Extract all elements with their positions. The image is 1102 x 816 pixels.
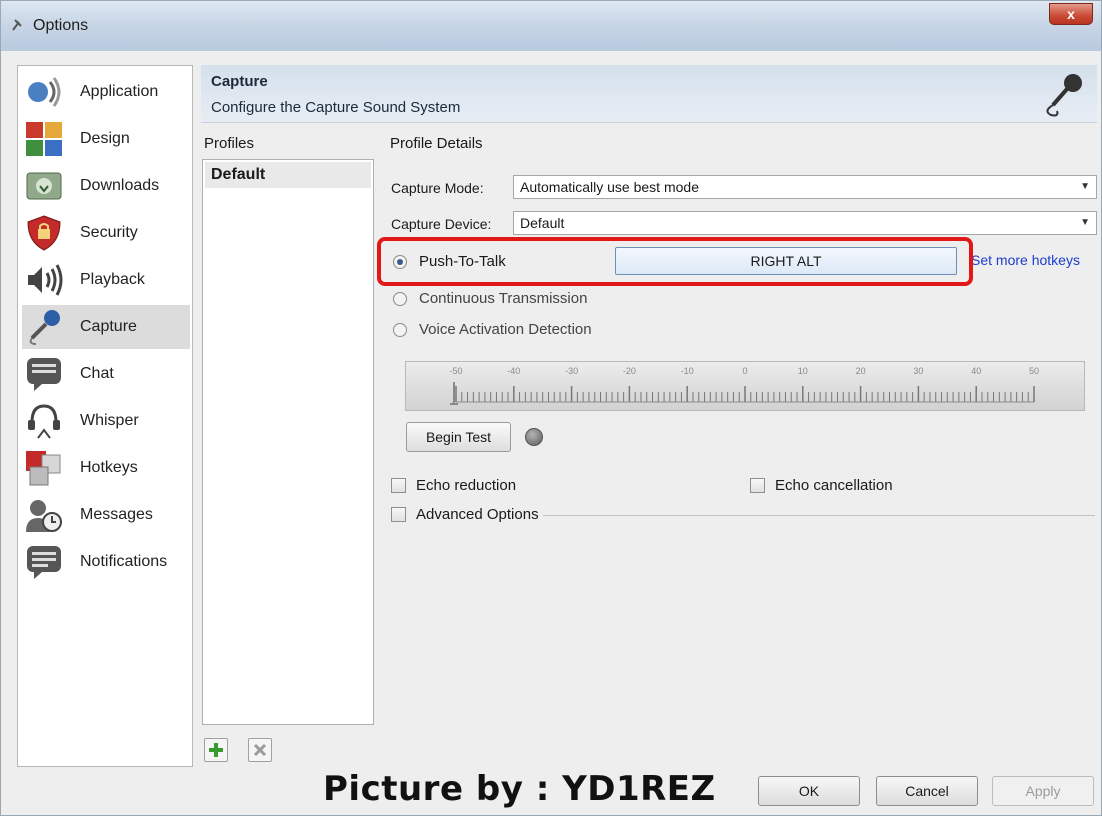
- profiles-label: Profiles: [204, 135, 255, 152]
- profiles-list[interactable]: Default: [202, 159, 374, 725]
- sidebar-item-capture[interactable]: Capture: [22, 305, 190, 349]
- advanced-options-label: Advanced Options: [416, 506, 539, 523]
- section-header: Capture Configure the Capture Sound Syst…: [201, 65, 1097, 123]
- sidebar-item-label: Design: [80, 130, 130, 147]
- sidebar-item-label: Notifications: [80, 553, 168, 570]
- tick-label: 10: [798, 366, 808, 376]
- watermark-text: Picture by : YD1REZ: [323, 769, 716, 809]
- sidebar-item-notifications[interactable]: Notifications: [22, 540, 190, 584]
- sidebar-item-application[interactable]: Application: [22, 70, 190, 114]
- continuous-transmission-label: Continuous Transmission: [419, 290, 588, 307]
- capture-device-select[interactable]: Default ▼: [513, 211, 1097, 235]
- chevron-down-icon: ▼: [1080, 217, 1090, 228]
- close-button[interactable]: x: [1049, 3, 1093, 25]
- cancel-button[interactable]: Cancel: [876, 776, 978, 806]
- tick-label: 40: [971, 366, 981, 376]
- headset-icon: [22, 401, 66, 441]
- security-icon: [22, 213, 66, 253]
- sidebar-item-chat[interactable]: Chat: [22, 352, 190, 396]
- checkbox[interactable]: [391, 478, 406, 493]
- capture-mode-label: Capture Mode:: [391, 180, 484, 196]
- downloads-icon: [22, 166, 66, 206]
- design-icon: [22, 119, 66, 159]
- sidebar-item-playback[interactable]: Playback: [22, 258, 190, 302]
- apply-button[interactable]: Apply: [992, 776, 1094, 806]
- checkbox[interactable]: [391, 507, 406, 522]
- sidebar-item-messages[interactable]: Messages: [22, 493, 190, 537]
- tick-label: 50: [1029, 366, 1039, 376]
- voice-activation-radio[interactable]: Voice Activation Detection: [393, 321, 592, 338]
- level-scale: -50 -40 -30 -20 -10 0 10 20 30 40 50: [449, 366, 1039, 405]
- begin-test-button[interactable]: Begin Test: [406, 422, 511, 452]
- highlight-annotation: [377, 237, 973, 286]
- tick-label: -40: [507, 366, 520, 376]
- title-bar[interactable]: Options: [1, 1, 1101, 51]
- capture-device-value: Default: [520, 215, 565, 231]
- sidebar-item-whisper[interactable]: Whisper: [22, 399, 190, 443]
- playback-icon: [22, 260, 66, 300]
- delete-icon: [253, 743, 267, 757]
- sidebar-item-label: Application: [80, 83, 159, 100]
- voice-level-slider[interactable]: -50 -40 -30 -20 -10 0 10 20 30 40 50: [405, 361, 1085, 411]
- microphone-icon: [1046, 74, 1082, 117]
- notifications-icon: [22, 542, 66, 582]
- speaker-icon: [22, 72, 66, 112]
- capture-mode-select[interactable]: Automatically use best mode ▼: [513, 175, 1097, 199]
- radio-unselected[interactable]: [393, 291, 407, 306]
- sidebar-item-downloads[interactable]: Downloads: [22, 164, 190, 208]
- microphone-icon: [22, 307, 66, 347]
- sidebar-item-label: Downloads: [80, 177, 160, 194]
- sidebar-item-label: Chat: [80, 365, 114, 382]
- tick-label: 30: [913, 366, 923, 376]
- add-profile-button[interactable]: [204, 738, 228, 762]
- checkbox[interactable]: [750, 478, 765, 493]
- tick-label: 0: [742, 366, 747, 376]
- window-title: Options: [33, 17, 89, 34]
- chat-icon: [22, 354, 66, 394]
- set-more-hotkeys-link[interactable]: Set more hotkeys: [971, 252, 1080, 268]
- voice-activation-label: Voice Activation Detection: [419, 321, 592, 338]
- sidebar-item-label: Playback: [80, 271, 145, 288]
- continuous-transmission-radio[interactable]: Continuous Transmission: [393, 290, 587, 307]
- hotkeys-icon: [22, 448, 66, 488]
- radio-unselected[interactable]: [393, 322, 407, 337]
- group-divider: [543, 515, 1095, 516]
- messages-icon: [22, 495, 66, 535]
- tick-label: -50: [449, 366, 462, 376]
- sidebar: Application Design Downloads Security Pl…: [17, 65, 193, 767]
- sidebar-item-label: Capture: [80, 318, 137, 335]
- echo-cancellation-checkbox[interactable]: Echo cancellation: [750, 477, 893, 494]
- sidebar-item-label: Messages: [80, 506, 153, 523]
- tick-label: -10: [681, 366, 694, 376]
- echo-reduction-label: Echo reduction: [416, 477, 517, 494]
- echo-reduction-checkbox[interactable]: Echo reduction: [391, 477, 516, 494]
- advanced-options-checkbox[interactable]: Advanced Options: [391, 506, 539, 523]
- options-app-icon: [12, 19, 22, 31]
- sidebar-item-label: Whisper: [80, 412, 139, 429]
- page-subtitle: Configure the Capture Sound System: [211, 99, 461, 116]
- sidebar-item-label: Hotkeys: [80, 459, 138, 476]
- echo-cancellation-label: Echo cancellation: [775, 477, 893, 494]
- status-led-icon: [525, 428, 543, 446]
- sidebar-item-security[interactable]: Security: [22, 211, 190, 255]
- slider-handle[interactable]: [450, 382, 458, 405]
- list-item[interactable]: Default: [205, 162, 371, 188]
- profile-details-label: Profile Details: [390, 135, 483, 152]
- page-title: Capture: [211, 73, 268, 90]
- plus-icon: [209, 743, 223, 757]
- sidebar-item-label: Security: [80, 224, 138, 241]
- chevron-down-icon: ▼: [1080, 181, 1090, 192]
- sidebar-item-design[interactable]: Design: [22, 117, 190, 161]
- capture-mode-value: Automatically use best mode: [520, 179, 699, 195]
- tick-label: 20: [856, 366, 866, 376]
- capture-device-label: Capture Device:: [391, 216, 492, 232]
- sidebar-item-hotkeys[interactable]: Hotkeys: [22, 446, 190, 490]
- tick-label: -20: [623, 366, 636, 376]
- remove-profile-button[interactable]: [248, 738, 272, 762]
- ok-button[interactable]: OK: [758, 776, 860, 806]
- tick-label: -30: [565, 366, 578, 376]
- options-window: Options x Application Design Downloads S…: [0, 0, 1102, 816]
